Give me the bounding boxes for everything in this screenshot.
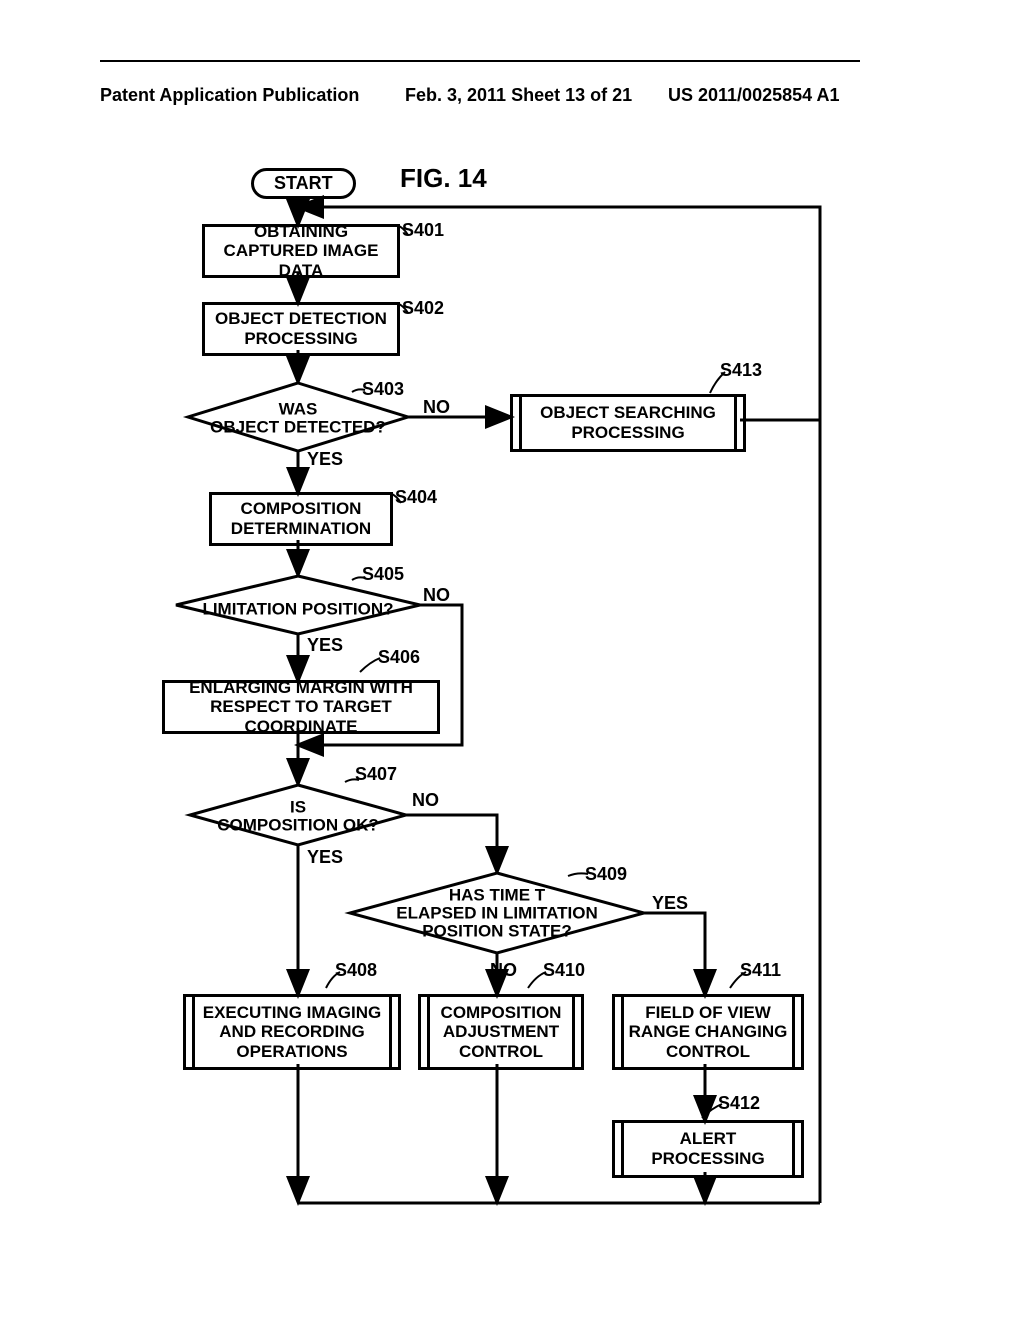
- step-s401: OBTAINING CAPTURED IMAGE DATA: [202, 224, 400, 278]
- label-s403: S403: [362, 379, 404, 400]
- step-s410: COMPOSITION ADJUSTMENT CONTROL: [418, 994, 584, 1070]
- label-s404: S404: [395, 487, 437, 508]
- step-s404: COMPOSITION DETERMINATION: [209, 492, 393, 546]
- label-s413: S413: [720, 360, 762, 381]
- step-s410-text: COMPOSITION ADJUSTMENT CONTROL: [427, 997, 575, 1067]
- step-s402: OBJECT DETECTION PROCESSING: [202, 302, 400, 356]
- label-s406: S406: [378, 647, 420, 668]
- step-s406: ENLARGING MARGIN WITH RESPECT TO TARGET …: [162, 680, 440, 734]
- label-s405: S405: [362, 564, 404, 585]
- answer-s405-no: NO: [423, 585, 450, 606]
- label-s410: S410: [543, 960, 585, 981]
- figure-title: FIG. 14: [400, 163, 487, 194]
- answer-s407-no: NO: [412, 790, 439, 811]
- answer-s405-yes: YES: [307, 635, 343, 656]
- answer-s407-yes: YES: [307, 847, 343, 868]
- step-s413: OBJECT SEARCHING PROCESSING: [510, 394, 746, 452]
- label-s402: S402: [402, 298, 444, 319]
- answer-s409-no: NO: [490, 960, 517, 981]
- answer-s409-yes: YES: [652, 893, 688, 914]
- step-s408: EXECUTING IMAGING AND RECORDING OPERATIO…: [183, 994, 401, 1070]
- start-terminal: START: [251, 168, 356, 199]
- label-s407: S407: [355, 764, 397, 785]
- step-s413-text: OBJECT SEARCHING PROCESSING: [519, 397, 737, 449]
- step-s411-text: FIELD OF VIEW RANGE CHANGING CONTROL: [621, 997, 795, 1067]
- label-s408: S408: [335, 960, 377, 981]
- step-s408-text: EXECUTING IMAGING AND RECORDING OPERATIO…: [192, 997, 392, 1067]
- step-s411: FIELD OF VIEW RANGE CHANGING CONTROL: [612, 994, 804, 1070]
- step-s412: ALERT PROCESSING: [612, 1120, 804, 1178]
- label-s411: S411: [740, 960, 781, 981]
- label-s401: S401: [402, 220, 444, 241]
- label-s412: S412: [718, 1093, 760, 1114]
- label-s409: S409: [585, 864, 627, 885]
- step-s412-text: ALERT PROCESSING: [621, 1123, 795, 1175]
- answer-s403-yes: YES: [307, 449, 343, 470]
- answer-s403-no: NO: [423, 397, 450, 418]
